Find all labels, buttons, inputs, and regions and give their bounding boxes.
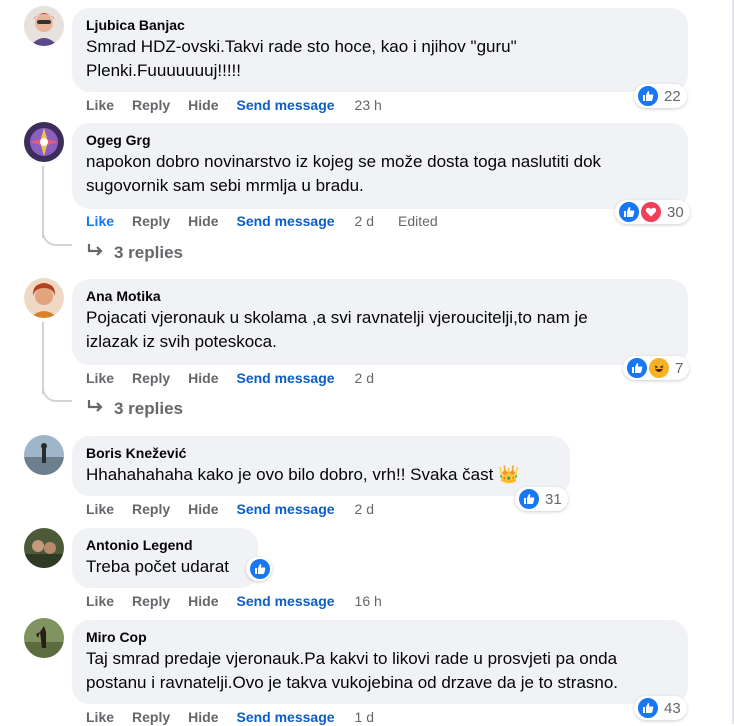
timestamp[interactable]: 2 d — [355, 213, 374, 229]
reaction-summary[interactable]: 7 — [623, 356, 690, 380]
thread-connector — [42, 382, 72, 402]
like-icon — [636, 696, 660, 720]
comment-author[interactable]: Miro Cop — [86, 628, 676, 646]
comment-bubble: Ana Motika Pojacati vjeronauk u skolama … — [72, 279, 688, 365]
comment-bubble: Miro Cop Taj smrad predaje vjeronauk.Pa … — [72, 620, 688, 704]
comment-text: Taj smrad predaje vjeronauk.Pa kakvi to … — [86, 649, 619, 692]
hide-button[interactable]: Hide — [188, 593, 218, 609]
comment-actions: Like Reply Hide Send message 2 d — [86, 369, 398, 387]
replies-label[interactable]: 3 replies — [114, 243, 183, 263]
reaction-summary[interactable]: 30 — [615, 200, 690, 224]
timestamp[interactable]: 23 h — [355, 97, 382, 113]
hide-button[interactable]: Hide — [188, 370, 218, 386]
like-icon — [617, 200, 641, 224]
send-message-button[interactable]: Send message — [236, 97, 334, 113]
reply-button[interactable]: Reply — [132, 501, 170, 517]
like-button[interactable]: Like — [86, 97, 114, 113]
like-button[interactable]: Like — [86, 593, 114, 609]
reply-button[interactable]: Reply — [132, 709, 170, 725]
reaction-count: 22 — [664, 87, 681, 105]
like-button[interactable]: Like — [86, 213, 114, 229]
thread-connector — [42, 226, 72, 246]
comment-text: Pojacati vjeronauk u skolama ,a svi ravn… — [86, 308, 588, 351]
reply-button[interactable]: Reply — [132, 213, 170, 229]
send-message-button[interactable]: Send message — [236, 709, 334, 725]
comment-actions: Like Reply Hide Send message 2 d — [86, 500, 398, 518]
love-icon — [639, 200, 663, 224]
avatar[interactable] — [24, 6, 64, 46]
like-button[interactable]: Like — [86, 370, 114, 386]
like-icon — [625, 356, 649, 380]
reply-button[interactable]: Reply — [132, 593, 170, 609]
comment-text: Treba počet udarat — [86, 557, 230, 576]
hide-button[interactable]: Hide — [188, 97, 218, 113]
avatar[interactable] — [24, 435, 64, 475]
hide-button[interactable]: Hide — [188, 709, 218, 725]
reaction-summary[interactable]: 43 — [634, 696, 687, 720]
comment-actions: Like Reply Hide Send message 16 h — [86, 592, 406, 610]
avatar[interactable] — [24, 528, 64, 568]
hide-button[interactable]: Hide — [188, 501, 218, 517]
reaction-count: 43 — [664, 699, 681, 717]
haha-icon — [647, 356, 671, 380]
comment-actions: Like Reply Hide Send message 2 d Edited — [86, 212, 438, 230]
comment-bubble: Antonio Legend Treba počet udarat — [72, 528, 258, 588]
comment-text: Smrad HDZ-ovski.Takvi rade sto hoce, kao… — [86, 37, 517, 80]
comment-author[interactable]: Antonio Legend — [86, 536, 246, 554]
reply-button[interactable]: Reply — [132, 97, 170, 113]
send-message-button[interactable]: Send message — [236, 593, 334, 609]
comment-author[interactable]: Boris Knežević — [86, 444, 558, 462]
comment-bubble: Ljubica Banjac Smrad HDZ-ovski.Takvi rad… — [72, 8, 688, 92]
avatar[interactable] — [24, 278, 64, 318]
comment-text: Hhahahahaha kako je ovo bilo dobro, vrh!… — [86, 465, 520, 484]
comment-text: napokon dobro novinarstvo iz kojeg se mo… — [86, 152, 602, 195]
comment-actions: Like Reply Hide Send message 23 h — [86, 96, 406, 114]
view-replies-button[interactable]: 3 replies — [86, 242, 183, 263]
timestamp[interactable]: 1 d — [355, 709, 374, 725]
comment-author[interactable]: Ljubica Banjac — [86, 16, 676, 34]
comment-author[interactable]: Ana Motika — [86, 287, 676, 305]
reply-arrow-icon — [86, 398, 106, 419]
send-message-button[interactable]: Send message — [236, 370, 334, 386]
reaction-summary[interactable]: 22 — [634, 84, 687, 108]
like-icon — [517, 487, 541, 511]
comment-actions: Like Reply Hide Send message 1 d — [86, 708, 398, 726]
reply-arrow-icon — [86, 242, 106, 263]
like-icon — [636, 84, 660, 108]
reaction-count: 7 — [675, 359, 684, 377]
like-button[interactable]: Like — [86, 709, 114, 725]
reaction-count: 31 — [545, 490, 562, 508]
reaction-summary[interactable]: 31 — [515, 487, 568, 511]
like-button[interactable]: Like — [86, 501, 114, 517]
avatar[interactable] — [24, 618, 64, 658]
send-message-button[interactable]: Send message — [236, 213, 334, 229]
like-icon — [248, 557, 272, 581]
timestamp[interactable]: 16 h — [355, 593, 382, 609]
comment-bubble: Boris Knežević Hhahahahaha kako je ovo b… — [72, 436, 570, 496]
reply-button[interactable]: Reply — [132, 370, 170, 386]
avatar[interactable] — [24, 122, 64, 162]
reaction-count: 30 — [667, 203, 684, 221]
reaction-summary[interactable] — [246, 557, 272, 581]
timestamp[interactable]: 2 d — [355, 501, 374, 517]
comment-author[interactable]: Ogeg Grg — [86, 131, 676, 149]
comment-bubble: Ogeg Grg napokon dobro novinarstvo iz ko… — [72, 123, 688, 209]
view-replies-button[interactable]: 3 replies — [86, 398, 183, 419]
send-message-button[interactable]: Send message — [236, 501, 334, 517]
hide-button[interactable]: Hide — [188, 213, 218, 229]
replies-label[interactable]: 3 replies — [114, 399, 183, 419]
edited-label: Edited — [398, 213, 438, 229]
timestamp[interactable]: 2 d — [355, 370, 374, 386]
